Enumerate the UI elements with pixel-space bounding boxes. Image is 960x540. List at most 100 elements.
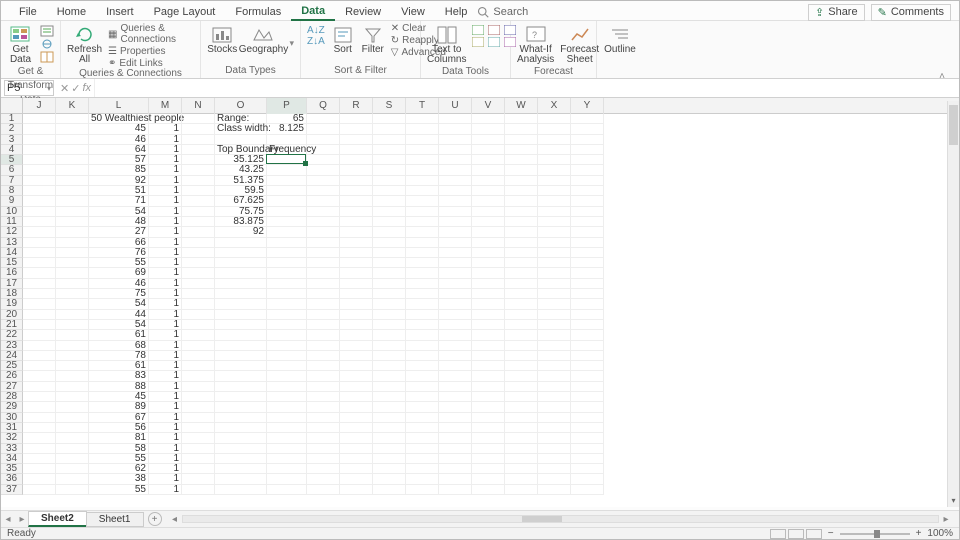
- cell-T3[interactable]: [406, 135, 439, 145]
- cell-M22[interactable]: 1: [149, 330, 182, 340]
- cell-P37[interactable]: [267, 485, 307, 495]
- cell-Q26[interactable]: [307, 371, 340, 381]
- cell-U2[interactable]: [439, 124, 472, 134]
- cell-O19[interactable]: [215, 299, 267, 309]
- cell-Y34[interactable]: [571, 454, 604, 464]
- cell-P26[interactable]: [267, 371, 307, 381]
- cell-V34[interactable]: [472, 454, 505, 464]
- cell-S29[interactable]: [373, 402, 406, 412]
- cell-W25[interactable]: [505, 361, 538, 371]
- cell-Q31[interactable]: [307, 423, 340, 433]
- cell-R6[interactable]: [340, 165, 373, 175]
- relationships-icon[interactable]: [488, 37, 502, 47]
- tab-pagelayout[interactable]: Page Layout: [144, 4, 226, 20]
- cell-L22[interactable]: 61: [89, 330, 149, 340]
- cell-U15[interactable]: [439, 258, 472, 268]
- cell-P36[interactable]: [267, 474, 307, 484]
- column-header-Q[interactable]: Q: [307, 98, 340, 114]
- cell-W7[interactable]: [505, 176, 538, 186]
- cell-W4[interactable]: [505, 145, 538, 155]
- cell-T22[interactable]: [406, 330, 439, 340]
- cell-Y9[interactable]: [571, 196, 604, 206]
- cell-U4[interactable]: [439, 145, 472, 155]
- cell-K13[interactable]: [56, 238, 89, 248]
- comments-button[interactable]: ✎ Comments: [871, 4, 951, 21]
- cell-K29[interactable]: [56, 402, 89, 412]
- sort-button[interactable]: Sort: [331, 23, 355, 55]
- cell-X21[interactable]: [538, 320, 571, 330]
- cell-X13[interactable]: [538, 238, 571, 248]
- cell-V24[interactable]: [472, 351, 505, 361]
- cell-J13[interactable]: [23, 238, 56, 248]
- from-table-icon[interactable]: [40, 51, 54, 63]
- cell-S7[interactable]: [373, 176, 406, 186]
- column-header-O[interactable]: O: [215, 98, 267, 114]
- cell-V23[interactable]: [472, 341, 505, 351]
- cell-P19[interactable]: [267, 299, 307, 309]
- cell-P23[interactable]: [267, 341, 307, 351]
- cell-V5[interactable]: [472, 155, 505, 165]
- cell-Q37[interactable]: [307, 485, 340, 495]
- column-header-W[interactable]: W: [505, 98, 538, 114]
- cell-R32[interactable]: [340, 433, 373, 443]
- cell-T21[interactable]: [406, 320, 439, 330]
- cell-J4[interactable]: [23, 145, 56, 155]
- tab-insert[interactable]: Insert: [96, 4, 144, 20]
- cell-T23[interactable]: [406, 341, 439, 351]
- cell-W33[interactable]: [505, 444, 538, 454]
- cell-Q13[interactable]: [307, 238, 340, 248]
- cell-T7[interactable]: [406, 176, 439, 186]
- cell-J6[interactable]: [23, 165, 56, 175]
- collapse-ribbon-button[interactable]: ˄: [939, 71, 945, 82]
- cell-O28[interactable]: [215, 392, 267, 402]
- cell-N33[interactable]: [182, 444, 215, 454]
- cell-V6[interactable]: [472, 165, 505, 175]
- cell-W5[interactable]: [505, 155, 538, 165]
- cell-N37[interactable]: [182, 485, 215, 495]
- cell-U17[interactable]: [439, 279, 472, 289]
- cell-U13[interactable]: [439, 238, 472, 248]
- cell-Y3[interactable]: [571, 135, 604, 145]
- zoom-out-button[interactable]: −: [828, 528, 834, 539]
- cell-V33[interactable]: [472, 444, 505, 454]
- cell-J32[interactable]: [23, 433, 56, 443]
- consolidate-icon[interactable]: [472, 37, 486, 47]
- cell-V3[interactable]: [472, 135, 505, 145]
- cell-P21[interactable]: [267, 320, 307, 330]
- cell-W22[interactable]: [505, 330, 538, 340]
- cell-T34[interactable]: [406, 454, 439, 464]
- cell-K28[interactable]: [56, 392, 89, 402]
- cell-Q17[interactable]: [307, 279, 340, 289]
- cell-T19[interactable]: [406, 299, 439, 309]
- cell-W8[interactable]: [505, 186, 538, 196]
- cell-R14[interactable]: [340, 248, 373, 258]
- cell-V8[interactable]: [472, 186, 505, 196]
- fx-icon[interactable]: fx: [82, 82, 91, 94]
- cell-R18[interactable]: [340, 289, 373, 299]
- tab-home[interactable]: Home: [47, 4, 96, 20]
- cell-N14[interactable]: [182, 248, 215, 258]
- cell-X5[interactable]: [538, 155, 571, 165]
- cell-Y22[interactable]: [571, 330, 604, 340]
- cell-V19[interactable]: [472, 299, 505, 309]
- cell-Y30[interactable]: [571, 413, 604, 423]
- cell-J5[interactable]: [23, 155, 56, 165]
- share-button[interactable]: ⇪ Share: [808, 4, 865, 21]
- cell-X31[interactable]: [538, 423, 571, 433]
- cell-J21[interactable]: [23, 320, 56, 330]
- cell-N19[interactable]: [182, 299, 215, 309]
- column-header-U[interactable]: U: [439, 98, 472, 114]
- sort-az-icon[interactable]: A↓Z: [307, 25, 325, 36]
- column-header-K[interactable]: K: [56, 98, 89, 114]
- from-text-icon[interactable]: [40, 25, 54, 37]
- cell-R11[interactable]: [340, 217, 373, 227]
- column-header-X[interactable]: X: [538, 98, 571, 114]
- cell-Q35[interactable]: [307, 464, 340, 474]
- cell-O36[interactable]: [215, 474, 267, 484]
- cell-J1[interactable]: [23, 114, 56, 124]
- cell-X27[interactable]: [538, 382, 571, 392]
- cell-Y13[interactable]: [571, 238, 604, 248]
- cell-U34[interactable]: [439, 454, 472, 464]
- cell-O26[interactable]: [215, 371, 267, 381]
- cell-P32[interactable]: [267, 433, 307, 443]
